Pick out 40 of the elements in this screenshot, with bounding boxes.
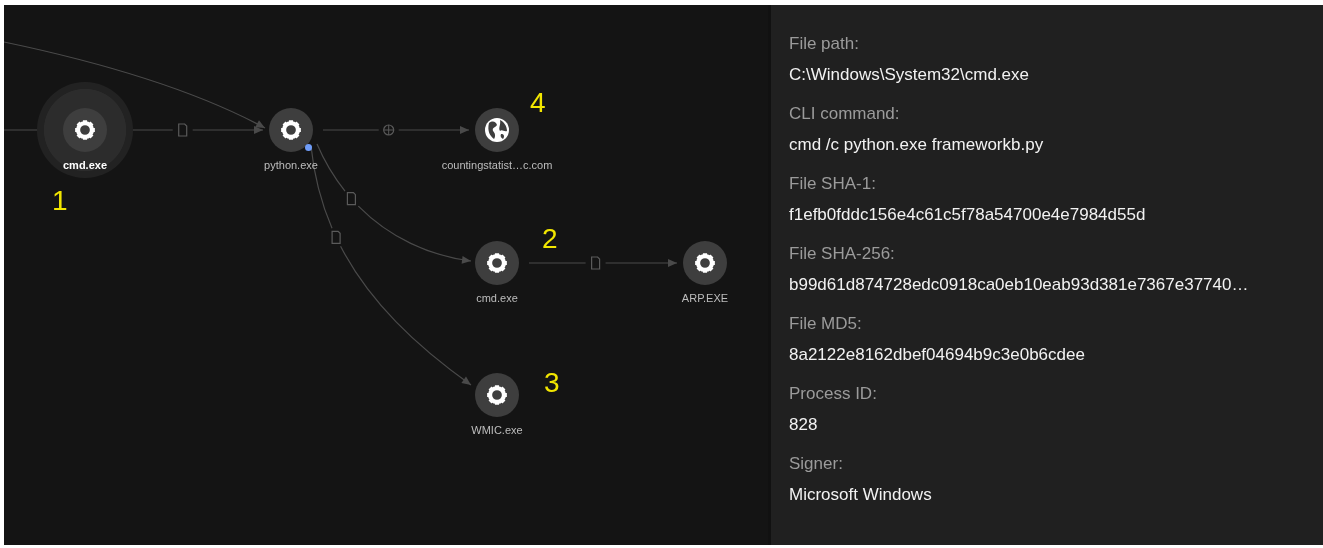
- process-node[interactable]: [683, 241, 727, 285]
- field-label: File path:: [789, 33, 860, 55]
- field-value: cmd /c python.exe frameworkb.py: [789, 134, 1045, 156]
- file-icon: [331, 230, 341, 244]
- node-label: cmd.exe: [63, 158, 107, 173]
- callout-number: 4: [530, 89, 546, 117]
- gear-icon: [486, 384, 508, 406]
- file-icon: [178, 123, 188, 137]
- field-value: 8a2122e8162dbef04694b9c3e0b6cdee: [789, 344, 1086, 366]
- field-value: 828: [789, 414, 819, 436]
- gear-icon: [486, 252, 508, 274]
- node-label: python.exe: [264, 158, 318, 173]
- field-value: C:\Windows\System32\cmd.exe: [789, 64, 1030, 86]
- node-label: WMIC.exe: [471, 423, 523, 438]
- process-node[interactable]: [475, 373, 519, 417]
- field-label: Process ID:: [789, 383, 878, 405]
- callout-number: 1: [52, 187, 68, 215]
- domain-node[interactable]: [475, 108, 519, 152]
- field-label: File SHA-256:: [789, 243, 896, 265]
- process-node[interactable]: [269, 108, 313, 152]
- file-icon: [591, 256, 601, 270]
- field-label: Signer:: [789, 453, 844, 475]
- globe-icon: [484, 117, 510, 143]
- gear-icon: [280, 119, 302, 141]
- file-icon: [346, 192, 356, 206]
- network-icon: [383, 124, 395, 136]
- field-label: CLI command:: [789, 103, 901, 125]
- node-label: ARP.EXE: [681, 291, 729, 306]
- gear-icon: [74, 119, 96, 141]
- callout-number: 3: [544, 369, 560, 397]
- gear-icon: [694, 252, 716, 274]
- field-label: File SHA-1:: [789, 173, 877, 195]
- field-value: b99d61d874728edc0918ca0eb10eab93d381e7367e37740…: [789, 274, 1250, 296]
- node-label: countingstatist…c.com: [441, 158, 553, 173]
- field-value: f1efb0fddc156e4c61c5f78a54700e4e7984d55d: [789, 204, 1147, 226]
- field-value: Microsoft Windows: [789, 484, 933, 506]
- callout-number: 2: [542, 225, 558, 253]
- node-label: cmd.exe: [476, 291, 518, 306]
- process-node[interactable]: [475, 241, 519, 285]
- field-label: File MD5:: [789, 313, 863, 335]
